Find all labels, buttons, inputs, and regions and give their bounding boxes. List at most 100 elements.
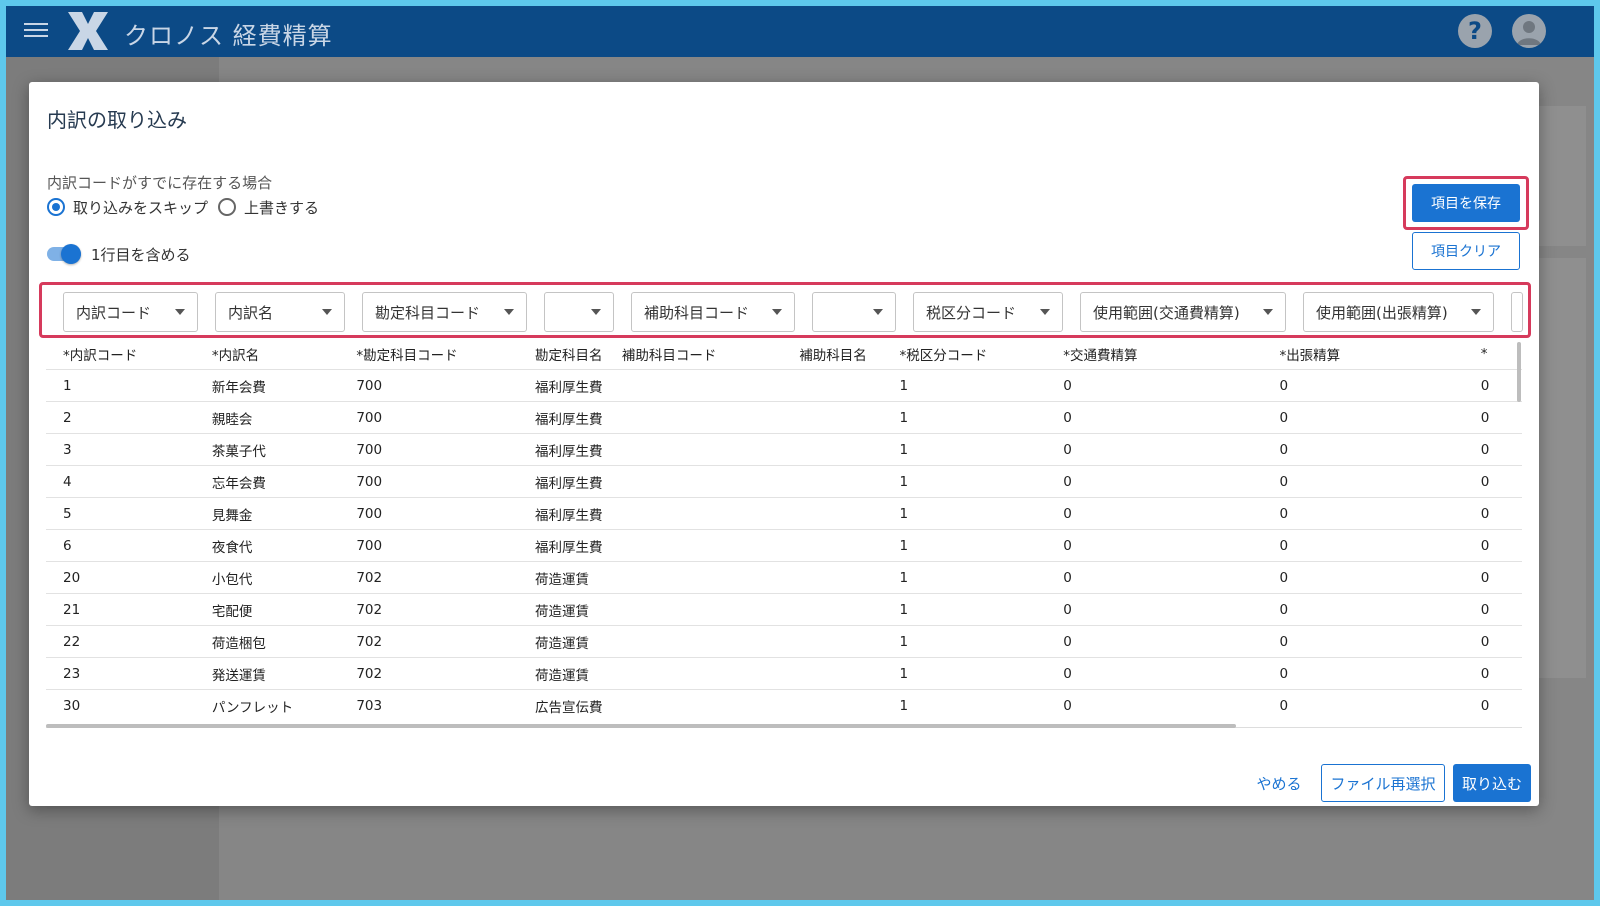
vertical-scrollbar[interactable] bbox=[1517, 342, 1521, 402]
mapping-select[interactable]: 勘定科目コード bbox=[362, 292, 527, 332]
logo-icon bbox=[68, 12, 108, 50]
mapping-select[interactable]: 使用範囲(出張精算) bbox=[1303, 292, 1494, 332]
table-cell: 0 bbox=[1463, 561, 1522, 594]
table-cell: 22 bbox=[46, 625, 195, 658]
table-cell: 0 bbox=[1262, 465, 1464, 498]
table-cell: 親睦会 bbox=[194, 401, 340, 434]
mapping-select[interactable] bbox=[544, 292, 614, 332]
table-cell: 0 bbox=[1046, 625, 1263, 658]
table-cell bbox=[782, 369, 883, 402]
app-bar: クロノス 経費精算 ? bbox=[6, 6, 1594, 57]
table-cell bbox=[604, 657, 783, 690]
table-cell: 0 bbox=[1463, 401, 1522, 434]
table-cell: 0 bbox=[1046, 529, 1263, 562]
table-cell bbox=[782, 625, 883, 658]
table-cell: 30 bbox=[46, 689, 195, 721]
table-cell bbox=[782, 497, 883, 530]
chevron-down-icon bbox=[1263, 309, 1273, 315]
menu-icon[interactable] bbox=[24, 19, 48, 43]
table-cell bbox=[782, 401, 883, 434]
mapping-select[interactable]: 内訳コード bbox=[63, 292, 198, 332]
clear-items-button[interactable]: 項目クリア bbox=[1412, 232, 1520, 270]
table-cell: 1 bbox=[882, 529, 1047, 562]
mapping-select[interactable]: 内訳名 bbox=[215, 292, 345, 332]
table-cell bbox=[604, 529, 783, 562]
table-cell: 0 bbox=[1463, 369, 1522, 402]
reselect-file-button[interactable]: ファイル再選択 bbox=[1321, 764, 1445, 802]
table-row: 4 忘年会費 700 福利厚生費 1 0 0 0 bbox=[46, 465, 1522, 498]
mapping-select[interactable]: 使用範囲(交通費精算) bbox=[1080, 292, 1286, 332]
column-header: *内訳名 bbox=[211, 348, 260, 364]
cancel-button[interactable]: やめる bbox=[1247, 764, 1311, 802]
table-cell: 荷造梱包 bbox=[194, 625, 340, 658]
table-row: 5 見舞金 700 福利厚生費 1 0 0 0 bbox=[46, 497, 1522, 530]
table-cell bbox=[782, 561, 883, 594]
table-cell: 新年会費 bbox=[194, 369, 340, 402]
table-cell: 702 bbox=[339, 593, 519, 626]
chevron-down-icon bbox=[1471, 309, 1481, 315]
mapping-select[interactable]: 補助科目コード bbox=[631, 292, 795, 332]
mapping-select[interactable]: 税区分コード bbox=[913, 292, 1063, 332]
dialog-title: 内訳の取り込み bbox=[47, 108, 187, 132]
radio-overwrite-label[interactable]: 上書きする bbox=[244, 197, 319, 218]
radio-skip-label[interactable]: 取り込みをスキップ bbox=[73, 197, 208, 218]
table-cell: 夜食代 bbox=[194, 529, 340, 562]
table-cell: 福利厚生費 bbox=[518, 401, 605, 434]
table-cell: 702 bbox=[339, 561, 519, 594]
table-cell: 21 bbox=[46, 593, 195, 626]
table-cell: 0 bbox=[1262, 497, 1464, 530]
table-row: 1 新年会費 700 福利厚生費 1 0 0 0 bbox=[46, 369, 1522, 402]
table-row: 2 親睦会 700 福利厚生費 1 0 0 0 bbox=[46, 401, 1522, 434]
radio-overwrite[interactable] bbox=[218, 198, 237, 216]
table-cell: パンフレット bbox=[194, 689, 340, 721]
mapping-select-value: 補助科目コード bbox=[644, 303, 750, 322]
table-row: 23 発送運賃 702 荷造運賃 1 0 0 0 bbox=[46, 657, 1522, 690]
table-cell: 発送運賃 bbox=[194, 657, 340, 690]
save-items-button[interactable]: 項目を保存 bbox=[1412, 184, 1520, 222]
table-row: 20 小包代 702 荷造運賃 1 0 0 0 bbox=[46, 561, 1522, 594]
table-cell: 700 bbox=[339, 529, 519, 562]
table-cell: 700 bbox=[339, 369, 519, 402]
table-cell: 0 bbox=[1046, 465, 1263, 498]
column-header: *交通費精算 bbox=[1063, 348, 1138, 364]
table-cell: 荷造運賃 bbox=[518, 657, 605, 690]
table-header-row: *内訳コード *内訳名 *勘定科目コード 勘定科目名 補助科目コード 補助科目名… bbox=[46, 339, 1522, 370]
table-cell bbox=[782, 433, 883, 466]
table-cell: 小包代 bbox=[194, 561, 340, 594]
horizontal-scrollbar[interactable] bbox=[46, 724, 1236, 728]
include-first-row-toggle-row: 1行目を含める bbox=[47, 242, 191, 266]
mapping-select[interactable] bbox=[1511, 292, 1523, 332]
mapping-select[interactable] bbox=[812, 292, 896, 332]
table-cell: 福利厚生費 bbox=[518, 497, 605, 530]
column-header: *内訳コード bbox=[63, 348, 138, 364]
table-cell bbox=[782, 689, 883, 721]
toggle-label: 1行目を含める bbox=[91, 245, 191, 264]
table-cell: 0 bbox=[1046, 401, 1263, 434]
table-cell: 1 bbox=[882, 625, 1047, 658]
table-cell bbox=[604, 593, 783, 626]
table-cell: 0 bbox=[1463, 689, 1522, 721]
table-cell bbox=[604, 401, 783, 434]
table-cell: 0 bbox=[1046, 561, 1263, 594]
help-icon[interactable]: ? bbox=[1458, 14, 1492, 48]
avatar[interactable] bbox=[1512, 14, 1546, 48]
table-cell: 0 bbox=[1262, 529, 1464, 562]
table-cell bbox=[604, 433, 783, 466]
table-cell: 0 bbox=[1262, 593, 1464, 626]
radio-skip[interactable] bbox=[47, 198, 65, 216]
table-cell: 0 bbox=[1463, 529, 1522, 562]
exists-option-label: 内訳コードがすでに存在する場合 bbox=[47, 174, 273, 192]
import-button[interactable]: 取り込む bbox=[1453, 764, 1531, 802]
app-title: クロノス 経費精算 bbox=[124, 22, 333, 50]
table-row: 30 パンフレット 703 広告宣伝費 1 0 0 0 bbox=[46, 689, 1522, 721]
table-cell: 0 bbox=[1262, 657, 1464, 690]
mapping-select-value: 使用範囲(交通費精算) bbox=[1093, 303, 1240, 322]
table-cell: 0 bbox=[1046, 593, 1263, 626]
preview-table-container[interactable]: *内訳コード *内訳名 *勘定科目コード 勘定科目名 補助科目コード 補助科目名… bbox=[46, 339, 1522, 728]
table-cell: 荷造運賃 bbox=[518, 593, 605, 626]
include-first-row-toggle[interactable] bbox=[47, 242, 81, 266]
table-cell: 700 bbox=[339, 401, 519, 434]
column-header: *出張精算 bbox=[1279, 348, 1341, 364]
app-frame: クロノス 経費精算 ? 内訳の取り込み 内訳コードがすでに存在する場合 取り込み… bbox=[6, 6, 1594, 900]
table-cell: 5 bbox=[46, 497, 195, 530]
